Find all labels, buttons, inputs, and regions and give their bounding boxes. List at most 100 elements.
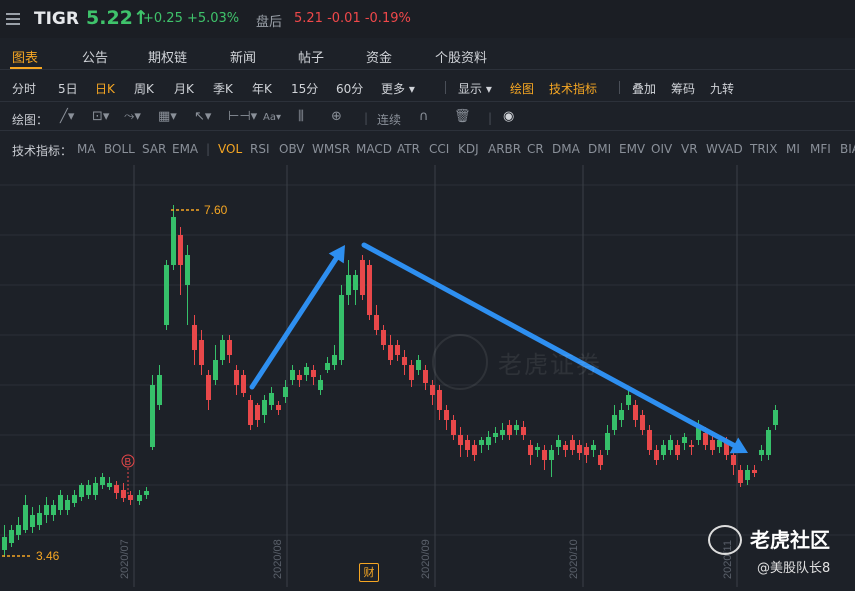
indicator-cci[interactable]: CCI [429,142,449,156]
indicator-ema[interactable]: EMA [172,142,198,156]
tab-chart[interactable]: 图表 [12,47,38,66]
period-60min[interactable]: 60分 [336,80,363,97]
tiger-community-logo-icon [708,525,742,555]
rectangle-tool-icon[interactable]: ⊡▾ [92,109,109,124]
menu-icon[interactable] [6,13,20,25]
indicator-oiv[interactable]: OIV [651,142,672,156]
indicator-atr[interactable]: ATR [397,142,420,156]
price-chart[interactable]: 7.60 3.46 B 2020/07 2020/08 2020/09 2020/10 202… [0,165,855,587]
candle-body [58,495,63,510]
period-monthly[interactable]: 月K [174,80,194,97]
period-15min[interactable]: 15分 [291,80,318,97]
earnings-marker[interactable]: 财 [359,563,379,582]
candle-body [234,370,239,385]
tab-news[interactable]: 新闻 [230,47,256,66]
last-price: 5.22↑ [86,7,149,29]
trash-icon[interactable]: 🗑 [454,109,471,124]
candle-body [276,405,281,410]
low-price-label: 3.46 [36,549,60,563]
candle-body [185,255,190,285]
path-tool-icon[interactable]: ⤳▾ [124,109,141,124]
tab-options-chain[interactable]: 期权链 [148,47,187,66]
candle-body [549,450,554,460]
indicator-mfi[interactable]: MFI [810,142,831,156]
candle-body [37,513,42,525]
period-yearly[interactable]: 年K [252,80,272,97]
candle-tool-icon[interactable]: ⫼ [298,109,304,124]
drawing-label: 绘图： [12,113,49,127]
candle-body [577,445,582,453]
indicator-boll[interactable]: BOLL [104,142,135,156]
indicator-wmsr[interactable]: WMSR [312,142,350,156]
indicator-obv[interactable]: OBV [279,142,305,156]
period-daily[interactable]: 日K [95,80,115,97]
period-quarterly[interactable]: 季K [213,80,233,97]
candle-body [16,525,21,535]
candle-body [710,440,715,450]
tab-profile[interactable]: 个股资料 [435,47,487,66]
candle-body [144,491,149,495]
indicator-dmi[interactable]: DMI [588,142,611,156]
indicator-dma[interactable]: DMA [552,142,580,156]
date-axis-label: 2020/08 [272,539,284,579]
candle-body [360,260,365,295]
tab-announcements[interactable]: 公告 [82,47,108,66]
indicator-emv[interactable]: EMV [619,142,645,156]
indicator-kdj[interactable]: KDJ [458,142,479,156]
indicator-ma[interactable]: MA [77,142,96,156]
td-sequential-button[interactable]: 九转 [710,80,734,97]
candle-body [206,375,211,400]
candle-body [157,375,162,405]
candle-body [479,440,484,445]
overlay-button[interactable]: 叠加 [632,80,656,97]
chips-button[interactable]: 筹码 [671,80,695,97]
candle-body [388,345,393,360]
indicator-vol[interactable]: VOL [218,142,242,156]
tab-capital[interactable]: 资金 [366,47,392,66]
candle-body [759,450,764,455]
indicator-macd[interactable]: MACD [356,142,392,156]
candle-body [137,495,142,501]
visibility-eye-icon[interactable]: ◉ [503,109,514,124]
candle-body [640,415,645,430]
indicator-mi[interactable]: MI [786,142,800,156]
period-intraday[interactable]: 分时 [12,80,36,97]
indicator-trix[interactable]: TRIX [750,142,777,156]
candlestick-chart: 7.603.46B2020/07 2020/08 2020/09 2020/10 202… [0,165,855,587]
candle-body [121,490,126,498]
candle-body [570,440,575,450]
drawing-toggle[interactable]: 绘图 [510,80,534,97]
line-tool-icon[interactable]: ╱▾ [60,109,74,124]
candle-body [598,455,603,465]
candle-body [654,450,659,460]
indicators-toggle[interactable]: 技术指标 [549,80,597,97]
period-weekly[interactable]: 周K [134,80,154,97]
text-tool-icon[interactable]: Aa▾ [263,112,281,123]
zoom-icon[interactable]: ⊕ [331,109,342,124]
magnet-icon[interactable]: ∩ [419,109,429,124]
period-5day[interactable]: 5日 [58,80,78,97]
indicator-rsi[interactable]: RSI [250,142,270,156]
channel-tool-icon[interactable]: ▦▾ [158,109,177,124]
measure-tool-icon[interactable]: ⊢⊣▾ [228,109,257,124]
indicator-cr[interactable]: CR [527,142,544,156]
candle-body [542,450,547,460]
candle-body [766,430,771,455]
indicator-arbr[interactable]: ARBR [488,142,521,156]
tab-posts[interactable]: 帖子 [298,47,324,66]
indicator-wvad[interactable]: WVAD [706,142,743,156]
continuous-draw-toggle[interactable]: 连续 [377,111,401,128]
drawing-toolbar: 绘图： ╱▾ ⊡▾ ⤳▾ ▦▾ ↖▾ ⊢⊣▾ Aa▾ ⫼ ⊕ | 连续 ∩ 🗑 … [0,103,855,131]
uptrend-arrow-shaft [249,255,339,390]
candle-body [605,433,610,450]
candle-body [100,477,105,485]
indicator-vr[interactable]: VR [681,142,698,156]
candle-body [773,410,778,425]
indicator-sar[interactable]: SAR [142,142,166,156]
toolbar-divider: | [206,142,211,156]
candle-body [241,375,246,393]
arrow-tool-icon[interactable]: ↖▾ [194,109,211,124]
indicator-bias[interactable]: BIAS [840,142,855,156]
display-dropdown[interactable]: 显示 ▾ [458,80,492,97]
period-more-dropdown[interactable]: 更多 ▾ [381,80,415,97]
